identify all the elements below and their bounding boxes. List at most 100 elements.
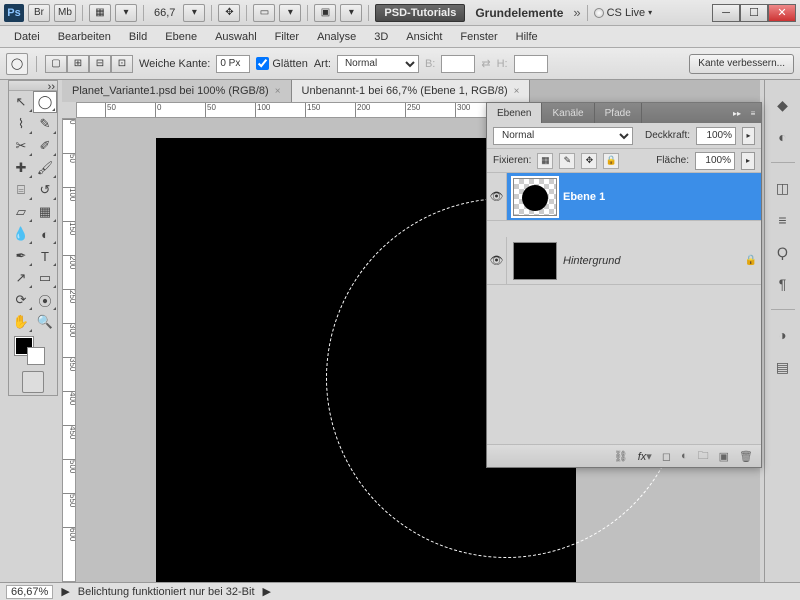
path-tool[interactable]: ↗	[9, 267, 33, 289]
lasso-tool[interactable]: ⌇	[9, 113, 33, 135]
refine-edge-button[interactable]: Kante verbessern...	[689, 54, 794, 74]
menu-ebene[interactable]: Ebene	[157, 29, 205, 45]
layer-row-ebene1[interactable]: 👁 Ebene 1	[487, 173, 761, 221]
menu-hilfe[interactable]: Hilfe	[508, 29, 546, 45]
color-swatches[interactable]	[9, 333, 57, 369]
blur-tool[interactable]: 💧	[9, 223, 33, 245]
panel-menu-icon[interactable]: ≡	[745, 103, 761, 123]
panel-tab-pfade[interactable]: Pfade	[595, 103, 642, 123]
align-icon[interactable]: ≡	[772, 209, 794, 231]
gradient-tool[interactable]: ▦	[33, 201, 57, 223]
ruler-vertical[interactable]: 050100150200250300350400450500550600	[62, 118, 76, 582]
feather-input[interactable]	[216, 55, 250, 73]
character-icon[interactable]: Ϙ	[772, 241, 794, 263]
eraser-tool[interactable]: ▱	[9, 201, 33, 223]
zoom-tool[interactable]: 🔍	[33, 311, 57, 333]
menu-3d[interactable]: 3D	[366, 29, 396, 45]
view-extras-button[interactable]: ▦	[89, 4, 111, 22]
menu-bearbeiten[interactable]: Bearbeiten	[50, 29, 119, 45]
current-tool-icon[interactable]: ◯	[6, 53, 28, 75]
lock-position-button[interactable]: ✥	[581, 153, 597, 169]
marquee-tool[interactable]: ◯	[33, 91, 57, 113]
workspace-mode-label[interactable]: Grundelemente	[475, 6, 563, 20]
close-tab-icon[interactable]: ×	[514, 86, 520, 97]
layer-row-hintergrund[interactable]: 👁 Hintergrund 🔒	[487, 237, 761, 285]
lock-all-button[interactable]: 🔒	[603, 153, 619, 169]
hand-tool[interactable]: ✋	[9, 311, 33, 333]
layer-thumbnail[interactable]	[513, 178, 557, 216]
zoom-display[interactable]: 66,7	[154, 7, 175, 19]
document-tab-2[interactable]: Unbenannt-1 bei 66,7% (Ebene 1, RGB/8)×	[292, 80, 531, 102]
history-brush-tool[interactable]: ↺	[33, 179, 57, 201]
menu-auswahl[interactable]: Auswahl	[207, 29, 265, 45]
selection-add-button[interactable]: ⊞	[67, 55, 89, 73]
close-tab-icon[interactable]: ×	[275, 86, 281, 97]
status-zoom[interactable]: 66,67%	[6, 585, 53, 599]
status-arrow-icon[interactable]: ▶	[61, 585, 69, 598]
adjustment-layer-icon[interactable]: ◐	[681, 450, 688, 462]
menu-filter[interactable]: Filter	[267, 29, 307, 45]
selection-intersect-button[interactable]: ⊡	[111, 55, 133, 73]
shape-tool[interactable]: ▭	[33, 267, 57, 289]
panel-tab-ebenen[interactable]: Ebenen	[487, 103, 542, 123]
pen-tool[interactable]: ✒	[9, 245, 33, 267]
menu-bild[interactable]: Bild	[121, 29, 155, 45]
stamp-tool[interactable]: ⌸	[9, 179, 33, 201]
close-button[interactable]: ✕	[768, 4, 796, 22]
maximize-button[interactable]: ☐	[740, 4, 768, 22]
healing-tool[interactable]: ✚	[9, 157, 33, 179]
selection-new-button[interactable]: ▢	[45, 55, 67, 73]
panel-collapse-icon[interactable]: ▸▸	[729, 103, 745, 123]
zoom-dropdown-icon[interactable]: ▾	[183, 4, 205, 22]
fill-flyout-icon[interactable]: ▸	[741, 152, 755, 170]
background-swatch[interactable]	[27, 347, 45, 365]
new-layer-icon[interactable]: ▣	[719, 450, 729, 463]
layer-name[interactable]: Hintergrund	[563, 255, 741, 267]
arrange-button[interactable]: ▭	[253, 4, 275, 22]
3d-camera-tool[interactable]: ⦿	[33, 289, 57, 311]
antialias-checkbox[interactable]: Glätten	[256, 57, 307, 70]
visibility-toggle[interactable]: 👁	[487, 173, 507, 220]
layer-name[interactable]: Ebene 1	[563, 191, 761, 203]
quickmask-button[interactable]	[22, 371, 44, 393]
eyedropper-tool[interactable]: ✐	[33, 135, 57, 157]
hand-tool-button[interactable]: ✥	[218, 4, 240, 22]
swatches-icon[interactable]: ▤	[772, 356, 794, 378]
menu-fenster[interactable]: Fenster	[452, 29, 505, 45]
transform-icon[interactable]: ◫	[772, 177, 794, 199]
toolbox-header[interactable]: ››	[9, 81, 57, 91]
panel-tab-kanaele[interactable]: Kanäle	[542, 103, 594, 123]
style-select[interactable]: Normal	[337, 55, 419, 73]
fill-input[interactable]	[695, 152, 735, 170]
menu-datei[interactable]: Datei	[6, 29, 48, 45]
layer-fx-icon[interactable]: fx▾	[638, 450, 652, 463]
move-tool[interactable]: ↖	[9, 91, 33, 113]
paragraph-icon[interactable]: ¶	[772, 273, 794, 295]
type-tool[interactable]: T	[33, 245, 57, 267]
screenmode-button[interactable]: ▣	[314, 4, 336, 22]
lock-pixels-button[interactable]: ✎	[559, 153, 575, 169]
opacity-input[interactable]	[696, 127, 736, 145]
lock-transparency-button[interactable]: ▦	[537, 153, 553, 169]
menu-ansicht[interactable]: Ansicht	[398, 29, 450, 45]
minibridge-button[interactable]: Mb	[54, 4, 76, 22]
layers-icon[interactable]: ◆	[772, 94, 794, 116]
crop-tool[interactable]: ✂	[9, 135, 33, 157]
adjustments-icon[interactable]: ◑	[772, 324, 794, 346]
opacity-flyout-icon[interactable]: ▸	[742, 127, 755, 145]
layer-mask-icon[interactable]: ◻	[662, 450, 671, 463]
status-more-icon[interactable]: ▶	[263, 585, 271, 598]
dodge-tool[interactable]: ◐	[33, 223, 57, 245]
cslive-button[interactable]: CS Live▾	[594, 7, 653, 19]
layer-group-icon[interactable]: 🗀	[698, 447, 709, 466]
link-layers-icon[interactable]: ⛓	[614, 450, 628, 463]
view-dropdown-icon[interactable]: ▾	[115, 4, 137, 22]
workspace-more-icon[interactable]: »	[573, 5, 580, 20]
arrange-dropdown-icon[interactable]: ▾	[279, 4, 301, 22]
minimize-button[interactable]: ─	[712, 4, 740, 22]
color-icon[interactable]: ◐	[772, 126, 794, 148]
menu-analyse[interactable]: Analyse	[309, 29, 364, 45]
selection-subtract-button[interactable]: ⊟	[89, 55, 111, 73]
bridge-button[interactable]: Br	[28, 4, 50, 22]
3d-tool[interactable]: ⟳	[9, 289, 33, 311]
